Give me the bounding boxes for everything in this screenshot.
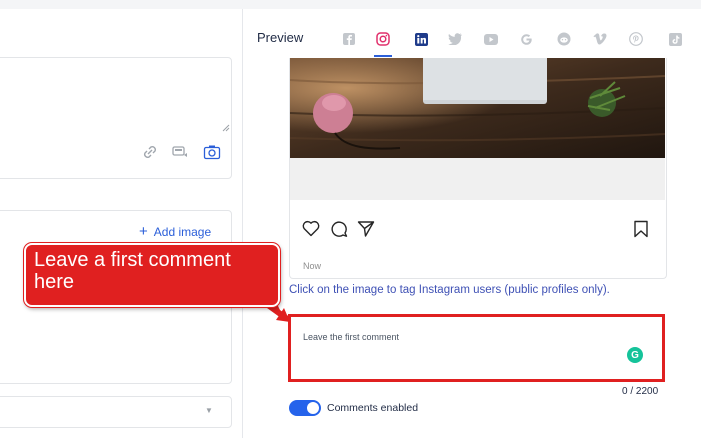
first-comment-input[interactable]: [288, 314, 665, 382]
reddit-icon[interactable]: [555, 30, 573, 48]
plus-icon: +: [139, 223, 148, 240]
linkedin-icon[interactable]: [412, 30, 430, 48]
post-image[interactable]: [290, 58, 665, 158]
post-timestamp: Now: [303, 261, 322, 271]
tag-users-hint: Click on the image to tag Instagram user…: [289, 284, 610, 296]
bookmark-icon[interactable]: [633, 220, 649, 238]
comment-icon[interactable]: [330, 220, 348, 237]
link-icon[interactable]: [141, 144, 159, 160]
add-image-label: Add image: [153, 224, 212, 239]
facebook-icon[interactable]: [340, 30, 358, 48]
heart-icon[interactable]: [302, 220, 320, 237]
pinterest-icon[interactable]: [627, 30, 645, 48]
media-icon[interactable]: [171, 144, 189, 160]
instagram-icon[interactable]: [374, 30, 392, 48]
pane-divider: [242, 9, 243, 438]
top-bar: [0, 0, 701, 9]
google-icon[interactable]: [517, 30, 535, 48]
annotation-callout-text: Leave a first comment here: [34, 249, 231, 293]
active-tab-indicator: [374, 55, 392, 57]
vimeo-icon[interactable]: [591, 30, 609, 48]
comments-toggle[interactable]: [289, 400, 321, 416]
toggle-knob: [307, 402, 319, 414]
comments-toggle-label: Comments enabled: [327, 402, 419, 414]
network-tabs: [336, 26, 692, 54]
first-comment-placeholder: Leave the first comment: [303, 332, 400, 342]
chevron-down-icon[interactable]: ▼: [205, 406, 213, 415]
twitter-icon[interactable]: [446, 30, 464, 48]
youtube-icon[interactable]: [482, 30, 500, 48]
preview-title: Preview: [257, 30, 304, 45]
tiktok-icon[interactable]: [666, 30, 684, 48]
post-text-area[interactable]: [0, 57, 232, 179]
camera-icon[interactable]: [203, 144, 221, 160]
add-image-button[interactable]: + Add image: [139, 224, 211, 239]
share-icon[interactable]: [357, 220, 375, 237]
resize-grip-icon[interactable]: [222, 124, 230, 132]
grammarly-icon[interactable]: G: [627, 347, 643, 363]
image-bottom-strip: [290, 158, 665, 200]
dropdown-select[interactable]: [0, 396, 232, 428]
character-counter: 0 / 2200: [622, 386, 659, 397]
